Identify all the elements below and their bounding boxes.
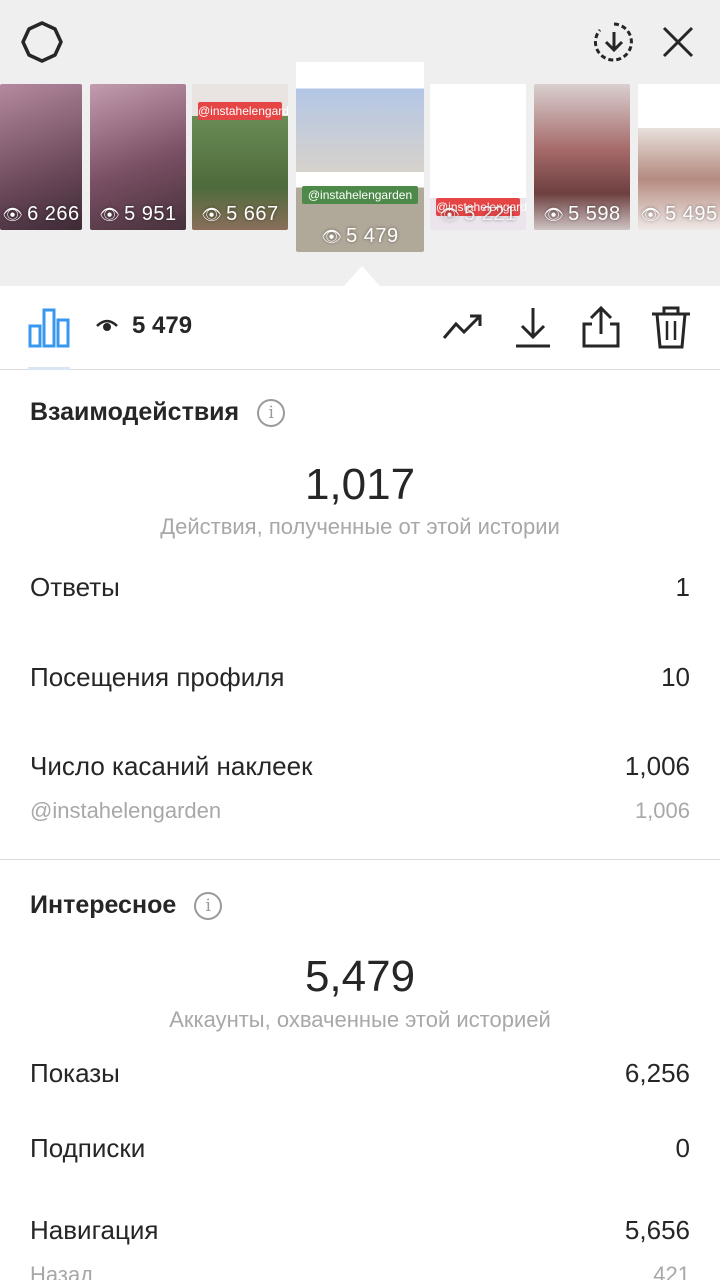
- stat-row: Ответы 1: [30, 572, 690, 603]
- stat-label: Подписки: [30, 1133, 146, 1163]
- stat-label: Число касаний наклеек: [30, 751, 313, 781]
- story-thumbnail[interactable]: @instahelengarden 👁5 667: [192, 84, 288, 230]
- stat-label: Показы: [30, 1058, 120, 1088]
- stat-row: Навигация 5,656: [30, 1215, 690, 1246]
- story-thumbnail[interactable]: 👁 5 495: [638, 84, 720, 230]
- trash-icon[interactable]: [648, 304, 694, 350]
- discovery-total-label: Аккаунты, охваченные этой историей: [169, 1007, 551, 1032]
- section-divider: [0, 859, 720, 860]
- story-views: 5 221: [464, 203, 517, 225]
- interactions-total: 1,017: [304, 460, 416, 509]
- discovery-title: Интересное: [30, 891, 177, 919]
- story-thumbnail-selected[interactable]: @instahelengarden 👁 5 479: [296, 62, 424, 252]
- info-icon[interactable]: i: [194, 891, 223, 920]
- stat-sub-value: 421: [653, 1262, 690, 1280]
- interactions-section-title: Взаимодействия i: [30, 398, 286, 427]
- stories-strip: 👁6 266 👁5 951 @instahelengarden 👁5 667 @…: [0, 0, 720, 286]
- stat-value: 5,656: [624, 1215, 690, 1245]
- interactions-total-label: Действия, полученные от этой истории: [160, 514, 560, 539]
- stat-sub-label: Назад: [30, 1262, 94, 1280]
- stat-label: Посещения профиля: [30, 662, 285, 692]
- story-views: 5 495: [665, 203, 718, 225]
- story-views: 5 951: [124, 203, 177, 225]
- stat-sub-value: 1,006: [634, 798, 690, 823]
- story-thumbnail[interactable]: @instahelengarden 👁5 221: [430, 84, 526, 230]
- stat-label: Навигация: [30, 1215, 159, 1245]
- story-views: 6 266: [27, 203, 80, 225]
- stat-value: 6,256: [624, 1058, 690, 1088]
- stat-row: Число касаний наклеек 1,006: [30, 751, 690, 782]
- stat-sub-label: @instahelengarden: [30, 798, 222, 823]
- story-thumbnail[interactable]: 👁 5 598: [534, 84, 630, 230]
- story-thumbnail[interactable]: 👁 6 266: [0, 84, 82, 230]
- trending-up-icon[interactable]: [440, 304, 486, 350]
- stat-label: Ответы: [30, 572, 120, 602]
- story-thumbnail[interactable]: 👁 5 951: [90, 84, 186, 230]
- interactions-title: Взаимодействия: [30, 398, 240, 426]
- stat-value: 1: [675, 572, 690, 602]
- eye-icon: [96, 319, 118, 331]
- story-view-count: 5 479: [96, 312, 192, 340]
- story-toolbar: 5 479: [0, 286, 720, 370]
- view-count-value: 5 479: [132, 312, 193, 339]
- stat-row: Посещения профиля 10: [30, 662, 690, 693]
- stat-value: 10: [661, 662, 690, 692]
- info-icon[interactable]: i: [257, 398, 286, 427]
- story-sticker: @instahelengarden: [302, 186, 418, 204]
- stat-row: Подписки 0: [30, 1133, 690, 1164]
- stat-row: Показы 6,256: [30, 1058, 690, 1089]
- stat-sub-row: Назад 421: [30, 1262, 690, 1280]
- stat-sub-row: @instahelengarden 1,006: [30, 798, 690, 824]
- bar-chart-icon[interactable]: [26, 304, 72, 350]
- story-sticker: @instahelengarden: [198, 102, 288, 120]
- story-views: 5 667: [226, 203, 279, 225]
- discovery-total: 5,479: [304, 952, 416, 1001]
- download-icon[interactable]: [510, 304, 556, 350]
- stat-value: 0: [675, 1133, 690, 1163]
- story-views: 5 479: [346, 225, 399, 247]
- stat-value: 1,006: [624, 751, 690, 781]
- share-icon[interactable]: [578, 304, 624, 350]
- story-views: 5 598: [568, 203, 621, 225]
- selection-pointer: [344, 266, 380, 286]
- discovery-section-title: Интересное i: [30, 891, 223, 920]
- active-tab-indicator: [28, 367, 70, 370]
